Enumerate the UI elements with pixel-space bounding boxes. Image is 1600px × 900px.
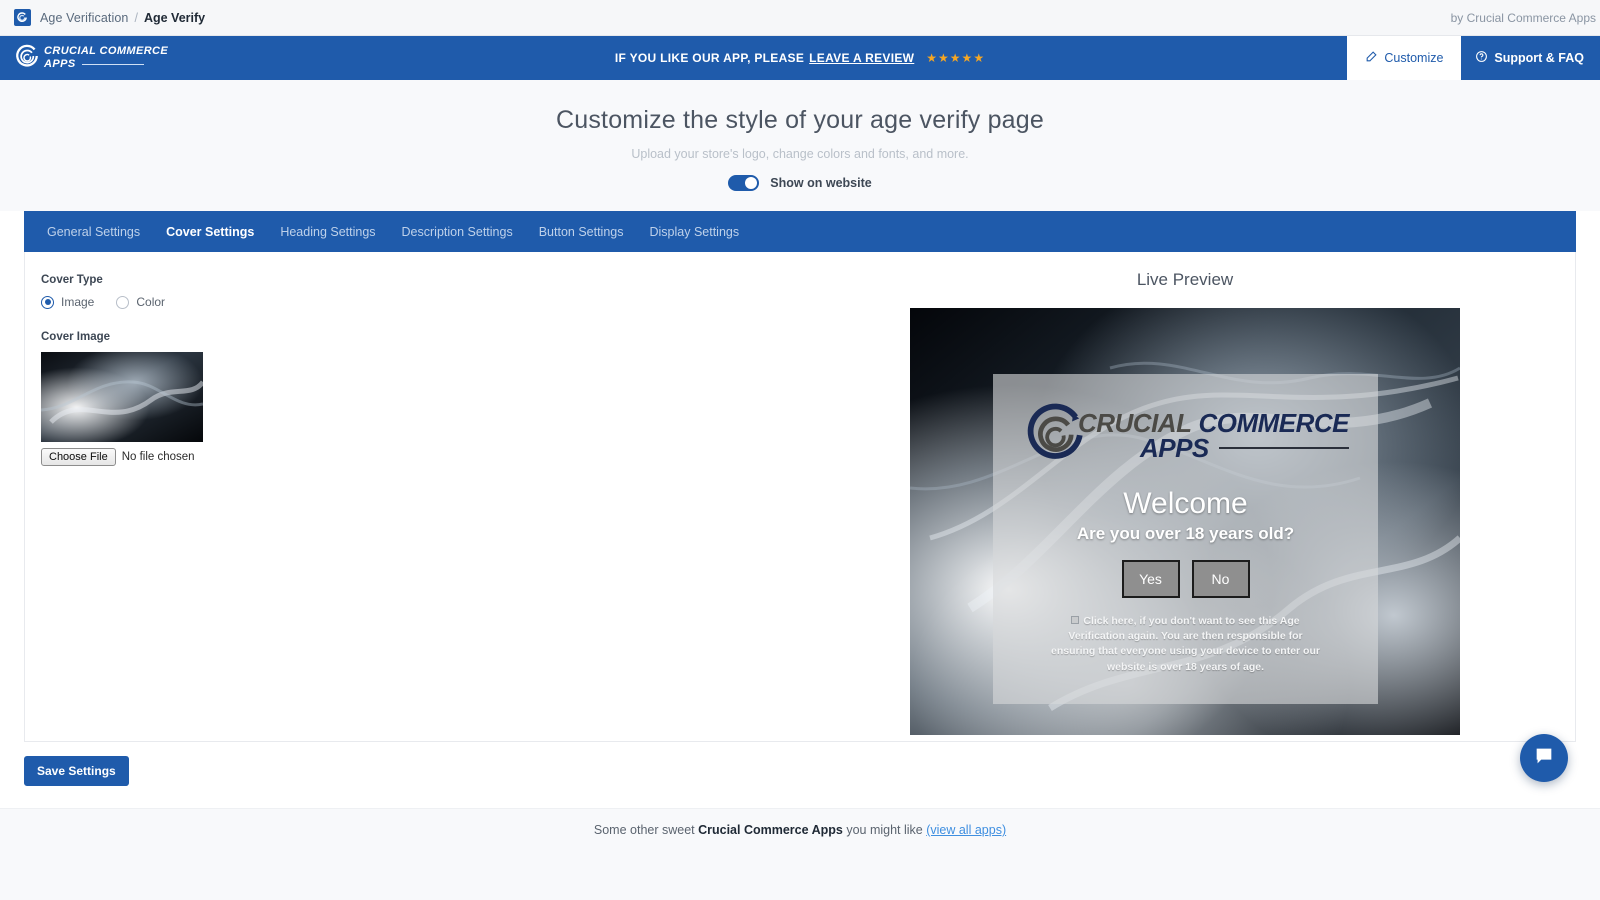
breadcrumb-parent[interactable]: Age Verification — [40, 11, 128, 25]
app-root: Age Verification / Age Verify by Crucial… — [0, 0, 1600, 900]
chat-bubble-icon — [1533, 745, 1555, 772]
preview-disclaimer-text: Click here, if you don't want to see thi… — [1051, 615, 1320, 673]
tab-button-settings[interactable]: Button Settings — [526, 211, 637, 252]
cover-type-color-label: Color — [136, 295, 166, 309]
radio-color-icon[interactable] — [116, 295, 130, 309]
preview-no-button[interactable]: No — [1191, 560, 1250, 598]
cover-type-option-color[interactable]: Color — [116, 295, 165, 309]
age-verify-overlay: CRUCIAL COMMERCE APPS Welcome Are you ov… — [993, 374, 1378, 704]
live-preview-column: Live Preview CRUCIAL COMMERCE APPS Welco… — [795, 252, 1575, 741]
page-hero: Customize the style of your age verify p… — [0, 80, 1600, 211]
save-bar: Save Settings — [24, 756, 1576, 786]
brand-line-1: CRUCIAL COMMERCE — [44, 45, 169, 57]
review-text: IF YOU LIKE OUR APP, PLEASE — [614, 51, 805, 65]
footer-brand: Crucial Commerce Apps — [698, 823, 843, 837]
preview-button-row: Yes No — [1121, 560, 1250, 598]
tab-description-settings[interactable]: Description Settings — [389, 211, 526, 252]
preview-question: Are you over 18 years old? — [1076, 524, 1295, 543]
settings-panel: Cover Type Image Color Cover Image Choos… — [24, 252, 1576, 742]
preview-logo-apps: APPS — [1139, 432, 1209, 463]
preview-disclaimer: Click here, if you don't want to see thi… — [1051, 614, 1321, 675]
cover-image-block: Cover Image Choose File No file chosen — [41, 331, 779, 466]
show-on-website-row: Show on website — [0, 175, 1600, 191]
cover-type-radio-group: Image Color — [41, 295, 779, 309]
page-subtitle: Upload your store's logo, change colors … — [631, 147, 969, 161]
radio-image-icon[interactable] — [41, 295, 54, 309]
brand-swirl-icon — [14, 43, 40, 74]
page-title: Customize the style of your age verify p… — [555, 106, 1044, 134]
tab-cover-settings[interactable]: Cover Settings — [153, 211, 267, 252]
cover-settings-form: Cover Type Image Color Cover Image Choos… — [25, 252, 795, 741]
chat-widget-button[interactable] — [1520, 734, 1568, 782]
cover-type-option-image[interactable]: Image — [41, 295, 94, 309]
customize-button[interactable]: Customize — [1347, 36, 1462, 80]
edit-pencil-icon — [1365, 50, 1378, 66]
question-circle-icon — [1475, 50, 1488, 66]
support-faq-button[interactable]: Support & FAQ — [1461, 36, 1600, 80]
show-on-website-label: Show on website — [770, 176, 872, 190]
tab-heading-settings[interactable]: Heading Settings — [267, 211, 388, 252]
save-settings-button[interactable]: Save Settings — [24, 756, 129, 786]
view-all-apps-link[interactable]: (view all apps) — [926, 823, 1006, 837]
file-status-text: No file chosen — [121, 451, 195, 463]
choose-file-button[interactable]: Choose File — [41, 448, 116, 466]
remember-me-checkbox[interactable] — [1071, 616, 1080, 625]
star-rating-icon: ★★★★★ — [926, 51, 986, 65]
breadcrumb-byline: by Crucial Commerce Apps — [1450, 10, 1596, 25]
cover-type-image-label: Image — [61, 295, 95, 309]
settings-tab-bar: General Settings Cover Settings Heading … — [24, 211, 1576, 252]
footer-text-after: you might like — [842, 823, 927, 837]
breadcrumb-separator: / — [134, 10, 138, 25]
show-on-website-toggle[interactable] — [728, 175, 760, 191]
cover-image-file-input[interactable]: Choose File No file chosen — [41, 448, 203, 466]
breadcrumb: Age Verification / Age Verify by Crucial… — [0, 0, 1600, 36]
cover-image-label: Cover Image — [41, 331, 111, 343]
page-footer: Some other sweet Crucial Commerce Apps y… — [0, 808, 1600, 900]
tab-general-settings[interactable]: General Settings — [34, 211, 153, 252]
leave-a-review-link[interactable]: LEAVE A REVIEW — [809, 51, 914, 65]
preview-heading: Welcome — [1123, 487, 1248, 520]
cover-type-label: Cover Type — [41, 274, 103, 286]
cover-image-thumbnail — [41, 352, 203, 442]
app-logo-icon — [14, 9, 31, 26]
tab-display-settings[interactable]: Display Settings — [636, 211, 752, 252]
top-navigation-bar: CRUCIAL COMMERCE APPS IF YOU LIKE OUR AP… — [0, 36, 1600, 80]
live-preview-title: Live Preview — [1136, 270, 1234, 289]
preview-brand-logo: CRUCIAL COMMERCE APPS — [1022, 400, 1350, 471]
brand-rule — [81, 64, 144, 65]
customize-button-label: Customize — [1384, 51, 1444, 65]
breadcrumb-current: Age Verify — [143, 10, 206, 25]
top-nav-actions: Customize Support & FAQ — [1347, 36, 1600, 80]
support-faq-label: Support & FAQ — [1494, 51, 1584, 65]
toggle-knob — [745, 177, 758, 189]
brand-line-2: APPS — [44, 58, 76, 70]
preview-yes-button[interactable]: Yes — [1121, 560, 1180, 598]
live-preview-stage: CRUCIAL COMMERCE APPS Welcome Are you ov… — [910, 308, 1460, 735]
footer-text: Some other sweet Crucial Commerce Apps y… — [594, 823, 1006, 900]
brand-logo[interactable]: CRUCIAL COMMERCE APPS — [0, 43, 300, 74]
preview-logo-rule — [1218, 447, 1349, 449]
footer-text-before: Some other sweet — [593, 823, 699, 837]
